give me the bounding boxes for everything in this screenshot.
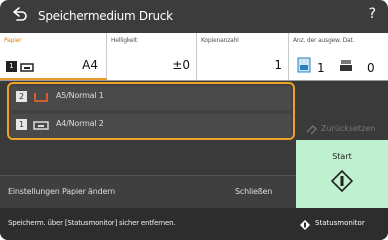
screen: Speichermedium Druck ? Papier 1 A4 Helli… [0,0,388,240]
selected-documents-count: 0 [367,61,375,75]
paper-tray-icon [33,121,49,130]
paper-setting[interactable]: Papier 1 A4 [0,33,107,80]
status-monitor-icon [300,220,310,230]
paper-size-icon [34,93,48,102]
eraser-icon [306,125,317,134]
drawer-number-icon: 1 [16,119,27,130]
close-button[interactable]: Schließen [225,175,296,208]
copies-setting-value: 1 [274,58,282,72]
paper-tray-icon [20,63,34,72]
copies-setting[interactable]: Kopienanzahl 1 [197,33,289,80]
selected-files-icon [297,57,311,73]
status-message: Speicherm. über [Statusmonitor] sicher e… [8,219,176,227]
change-paper-settings-button[interactable]: Einstellungen Papier ändern [0,175,225,208]
change-paper-settings-label: Einstellungen Papier ändern [8,187,115,196]
header-bar: Speichermedium Druck ? [0,0,388,33]
help-button[interactable]: ? [369,6,376,22]
copies-setting-label: Kopienanzahl [201,37,239,44]
paper-source-list: 2 A5/Normal 1 1 A4/Normal 2 [7,82,295,140]
drawer-number-icon: 2 [16,91,27,102]
start-diamond-icon [331,170,353,192]
paper-setting-label: Papier [4,37,22,44]
selected-files-count: 1 [317,61,325,75]
paper-drawer-icon: 1 [6,61,17,72]
reset-label: Zurücksetzen [321,124,376,133]
paper-source-option[interactable]: 1 A4/Normal 2 [11,114,291,138]
document-stack-icon [340,60,352,71]
paper-source-label: A4/Normal 2 [56,119,104,128]
paper-source-option[interactable]: 2 A5/Normal 1 [11,86,291,110]
paper-setting-value: A4 [82,58,98,72]
paper-source-label: A5/Normal 1 [56,91,104,100]
density-setting-label: Helligkeit [111,37,137,44]
settings-row: Papier 1 A4 Helligkeit ±0 Kopienanzahl 1… [0,33,388,80]
density-setting[interactable]: Helligkeit ±0 [107,33,197,80]
reset-button[interactable]: Zurücksetzen [295,118,388,140]
density-setting-value: ±0 [172,58,190,72]
status-monitor-label: Statusmonitor [315,219,365,227]
start-label: Start [332,152,352,161]
page-title: Speichermedium Druck [38,9,173,23]
originals-setting-label: Anz. der ausgew. Dat. [293,37,355,44]
back-arrow-icon [13,7,27,21]
close-label: Schließen [235,187,273,196]
originals-setting: Anz. der ausgew. Dat. 1 0 [289,33,388,80]
back-button[interactable] [9,7,29,25]
status-bar: Speicherm. über [Statusmonitor] sicher e… [0,208,388,240]
start-button[interactable]: Start [296,140,388,208]
status-monitor-button[interactable]: Statusmonitor [295,213,388,235]
